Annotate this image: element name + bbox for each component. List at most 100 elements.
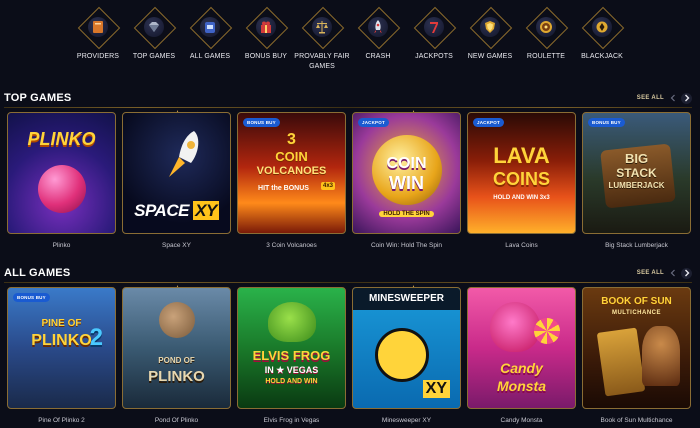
category-crash[interactable]: CRASH [350, 8, 406, 72]
game-name: Space XY [162, 242, 191, 249]
game-thumbnail[interactable]: BOOK OF SUN MULTICHANCE [582, 287, 691, 409]
art-line: COIN [275, 149, 308, 164]
category-label: PROVIDERS [76, 53, 120, 60]
category-top-games[interactable]: TOP GAMES [126, 8, 182, 72]
category-label: CRASH [365, 53, 391, 60]
art-line: VOLCANOES [256, 165, 327, 177]
category-blackjack[interactable]: BLACKJACK [574, 8, 630, 72]
next-arrow-icon[interactable] [681, 92, 692, 104]
prev-arrow-icon[interactable] [668, 269, 677, 278]
game-name: Candy Monsta [500, 417, 543, 424]
art-line: LAVA [493, 143, 550, 168]
diamond-icon [137, 8, 171, 46]
bonus-buy-badge: BONUS BUY [13, 293, 50, 302]
all-games-header: ALL GAMES SEE ALL [4, 265, 692, 281]
plinko-ball [38, 165, 86, 213]
category-bonus-buy[interactable]: BONUS BUY [238, 8, 294, 72]
top-games-row: PLINKO Plinko SPACE XY Space XY BONUS BU… [7, 112, 697, 249]
next-arrow-icon[interactable] [681, 267, 692, 279]
game-card-pond-of-plinko[interactable]: POND OF PLINKO Pond Of Plinko [122, 287, 231, 424]
cards-icon [585, 8, 619, 46]
game-thumbnail[interactable]: MINESWEEPER XY [352, 287, 461, 409]
game-thumbnail[interactable]: PLINKO [7, 112, 116, 234]
art-line: IN ★ VEGAS [264, 365, 319, 375]
art-line: LUMBERJACK [608, 181, 665, 190]
see-all-link[interactable]: SEE ALL [637, 95, 664, 101]
game-art-title: PLINKO [27, 129, 96, 149]
category-all-games[interactable]: ALL GAMES [182, 8, 238, 72]
bomb [375, 328, 429, 382]
art-line: Candy [500, 360, 543, 376]
art-line: 3 [287, 131, 296, 148]
art-line: WIN [389, 173, 424, 193]
provider-book-icon [81, 8, 115, 46]
category-provably-fair[interactable]: PROVABLY FAIR GAMES [294, 8, 350, 72]
game-thumbnail[interactable]: JACKPOT COIN WIN HOLD THE SPIN [352, 112, 461, 234]
game-card-candy-monsta[interactable]: Candy Monsta Candy Monsta [467, 287, 576, 424]
game-card-space-xy[interactable]: SPACE XY Space XY [122, 112, 231, 249]
category-providers[interactable]: PROVIDERS [70, 8, 126, 72]
roulette-icon [529, 8, 563, 46]
game-thumbnail[interactable]: BONUS BUY PINE OF PLINKO 2 [7, 287, 116, 409]
rocket-art-icon [169, 131, 199, 177]
game-card-book-of-sun[interactable]: BOOK OF SUN MULTICHANCE Book of Sun Mult… [582, 287, 691, 424]
game-name: Coin Win: Hold The Spin [370, 242, 443, 249]
prev-arrow-icon[interactable] [668, 94, 677, 103]
dwarf-face [159, 302, 195, 338]
game-thumbnail[interactable]: Candy Monsta [467, 287, 576, 409]
section-title: ALL GAMES [4, 267, 71, 279]
category-label: ALL GAMES [189, 53, 231, 60]
sparkle-icon [174, 104, 181, 117]
game-name: Minesweeper XY [381, 417, 432, 424]
slot-machine-icon [193, 8, 227, 46]
category-nav: PROVIDERS TOP GAMES ALL GAMES BONUS BUY … [70, 8, 630, 72]
category-roulette[interactable]: ROULETTE [518, 8, 574, 72]
all-games-row: BONUS BUY PINE OF PLINKO 2 Pine Of Plink… [7, 287, 697, 424]
game-card-pine-of-plinko-2[interactable]: BONUS BUY PINE OF PLINKO 2 Pine Of Plink… [7, 287, 116, 424]
category-label: PROVABLY FAIR GAMES [294, 53, 350, 70]
game-thumbnail[interactable]: BONUS BUY 3 COIN VOLCANOES HIT the BONUS… [237, 112, 346, 234]
art-line: BOOK OF SUN [601, 296, 672, 307]
game-thumbnail[interactable]: BONUS BUY BIG STACK LUMBERJACK [582, 112, 691, 234]
category-label: NEW GAMES [467, 53, 513, 60]
category-label: ROULETTE [526, 53, 566, 60]
game-thumbnail[interactable]: POND OF PLINKO [122, 287, 231, 409]
game-card-big-stack-lumberjack[interactable]: BONUS BUY BIG STACK LUMBERJACK Big Stack… [582, 112, 691, 249]
see-all-link[interactable]: SEE ALL [637, 270, 664, 276]
game-thumbnail[interactable]: ELVIS FROG IN ★ VEGAS HOLD AND WIN [237, 287, 346, 409]
section-title: TOP GAMES [4, 92, 72, 104]
game-card-plinko[interactable]: PLINKO Plinko [7, 112, 116, 249]
art-line: COINS [492, 169, 550, 189]
monster-head [490, 302, 540, 352]
section-divider [4, 282, 692, 292]
art-line: SPACE [134, 201, 189, 220]
game-thumbnail[interactable]: SPACE XY [122, 112, 231, 234]
game-thumbnail[interactable]: JACKPOT LAVA COINS HOLD AND WIN 3x3 [467, 112, 576, 234]
book [596, 327, 646, 397]
art-line: PLINKO [31, 332, 92, 349]
scales-icon [305, 8, 339, 46]
game-name: Elvis Frog in Vegas [263, 417, 320, 424]
category-label: JACKPOTS [415, 53, 453, 60]
game-card-3-coin-volcanoes[interactable]: BONUS BUY 3 COIN VOLCANOES HIT the BONUS… [237, 112, 346, 249]
game-name: Big Stack Lumberjack [605, 242, 668, 249]
frog-head [268, 302, 316, 342]
art-line: HOLD AND WIN 3x3 [493, 195, 550, 201]
section-controls: SEE ALL [637, 92, 692, 104]
art-line: HOLD THE SPIN [379, 211, 434, 217]
category-label: BLACKJACK [581, 53, 623, 60]
category-jackpots[interactable]: JACKPOTS [406, 8, 462, 72]
game-card-elvis-frog[interactable]: ELVIS FROG IN ★ VEGAS HOLD AND WIN Elvis… [237, 287, 346, 424]
category-new-games[interactable]: NEW GAMES [462, 8, 518, 72]
art-line: STACK [616, 166, 657, 180]
game-card-coin-win[interactable]: JACKPOT COIN WIN HOLD THE SPIN Coin Win:… [352, 112, 461, 249]
game-card-minesweeper-xy[interactable]: MINESWEEPER XY Minesweeper XY [352, 287, 461, 424]
sparkle-icon [410, 104, 417, 117]
pharaoh-figure [642, 326, 680, 386]
game-card-lava-coins[interactable]: JACKPOT LAVA COINS HOLD AND WIN 3x3 Lava… [467, 112, 576, 249]
gift-icon [249, 8, 283, 46]
seven-icon [417, 8, 451, 46]
lollipop [534, 318, 560, 344]
art-line: XY [422, 380, 450, 398]
category-label: TOP GAMES [132, 53, 176, 60]
